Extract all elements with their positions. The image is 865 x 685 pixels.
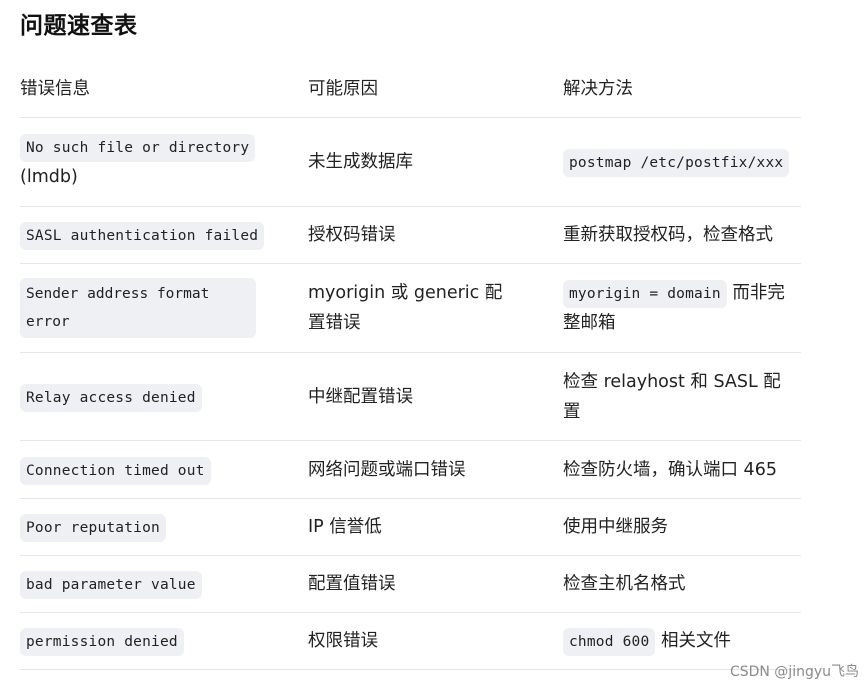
- solution-cell: 检查防火墙，确认端口 465: [563, 459, 777, 480]
- cause-cell: 未生成数据库: [308, 152, 413, 172]
- solution-text: 相关文件: [655, 631, 731, 651]
- table-row: bad parameter value 配置值错误 检查主机名格式: [20, 556, 801, 613]
- error-code: bad parameter value: [20, 571, 202, 599]
- solution-cell: 检查主机名格式: [563, 574, 686, 594]
- solution-line: 置: [563, 401, 581, 422]
- page-title: 问题速查表: [20, 13, 138, 39]
- cause-cell: 授权码错误: [308, 225, 396, 245]
- error-cell: No such file or directory (lmdb): [20, 118, 290, 206]
- error-code: Connection timed out: [20, 456, 211, 485]
- header-error: 错误信息: [20, 78, 90, 99]
- error-code-block: Sender address format error: [20, 278, 256, 338]
- table-row: SASL authentication failed 授权码错误 重新获取授权码…: [20, 207, 801, 264]
- table-row: permission denied 权限错误 chmod 600 相关文件: [20, 613, 801, 670]
- error-cell: Sender address format error: [20, 264, 290, 352]
- solution-code: myorigin = domain: [563, 280, 727, 308]
- table-row: Connection timed out 网络问题或端口错误 检查防火墙，确认端…: [20, 441, 801, 499]
- solution-cell: 重新获取授权码，检查格式: [563, 225, 773, 245]
- error-text: (lmdb): [20, 167, 78, 187]
- table-row: Sender address format error myorigin 或 g…: [20, 264, 801, 353]
- error-cell: permission denied: [20, 613, 290, 669]
- solution-cell: myorigin = domain 而非完 整邮箱: [563, 264, 801, 352]
- error-code: Relay access denied: [20, 383, 202, 412]
- error-code: No such file or directory: [20, 134, 256, 162]
- error-cell: bad parameter value: [20, 556, 290, 612]
- cause-line: 置错误: [308, 313, 361, 333]
- error-code-line: Sender address format: [26, 286, 210, 302]
- quick-reference-table: 错误信息 可能原因 解决方法 No such file or directory…: [20, 60, 801, 670]
- cause-cell: 权限错误: [308, 631, 378, 651]
- error-code: Poor reputation: [20, 514, 166, 542]
- solution-code: postmap /etc/postfix/xxx: [563, 149, 790, 177]
- solution-text: 而非完: [726, 283, 785, 303]
- cause-cell: 中继配置错误: [308, 386, 413, 407]
- cause-cell: IP 信誉低: [308, 517, 382, 537]
- cause-cell: 网络问题或端口错误: [308, 459, 466, 480]
- error-code: SASL authentication failed: [20, 222, 265, 250]
- table-header-row: 错误信息 可能原因 解决方法: [20, 60, 801, 118]
- error-code-line: error: [26, 314, 70, 330]
- header-solution: 解决方法: [563, 78, 633, 99]
- error-cell: SASL authentication failed: [20, 207, 290, 263]
- solution-line: 检查 relayhost 和 SASL 配: [563, 371, 781, 392]
- error-cell: Connection timed out: [20, 441, 290, 498]
- solution-cell: postmap /etc/postfix/xxx: [563, 118, 801, 206]
- error-cell: Relay access denied: [20, 353, 290, 440]
- solution-cell: 使用中继服务: [563, 517, 668, 537]
- error-code: permission denied: [20, 628, 184, 656]
- solution-text: 整邮箱: [563, 313, 616, 333]
- table-row: No such file or directory (lmdb) 未生成数据库 …: [20, 118, 801, 207]
- error-cell: Poor reputation: [20, 499, 290, 555]
- page: 问题速查表 错误信息 可能原因 解决方法 No such file or dir…: [0, 0, 865, 685]
- table-row: Relay access denied 中继配置错误 检查 relayhost …: [20, 353, 801, 441]
- header-cause: 可能原因: [308, 78, 378, 99]
- solution-cell: 检查 relayhost 和 SASL 配 置: [563, 353, 801, 440]
- cause-cell: 配置值错误: [308, 574, 396, 594]
- table-row: Poor reputation IP 信誉低 使用中继服务: [20, 499, 801, 556]
- cause-line: myorigin 或 generic 配: [308, 283, 503, 303]
- watermark: CSDN @jingyu飞鸟: [729, 664, 859, 680]
- solution-code: chmod 600: [563, 628, 656, 656]
- cause-cell: myorigin 或 generic 配 置错误: [308, 264, 538, 352]
